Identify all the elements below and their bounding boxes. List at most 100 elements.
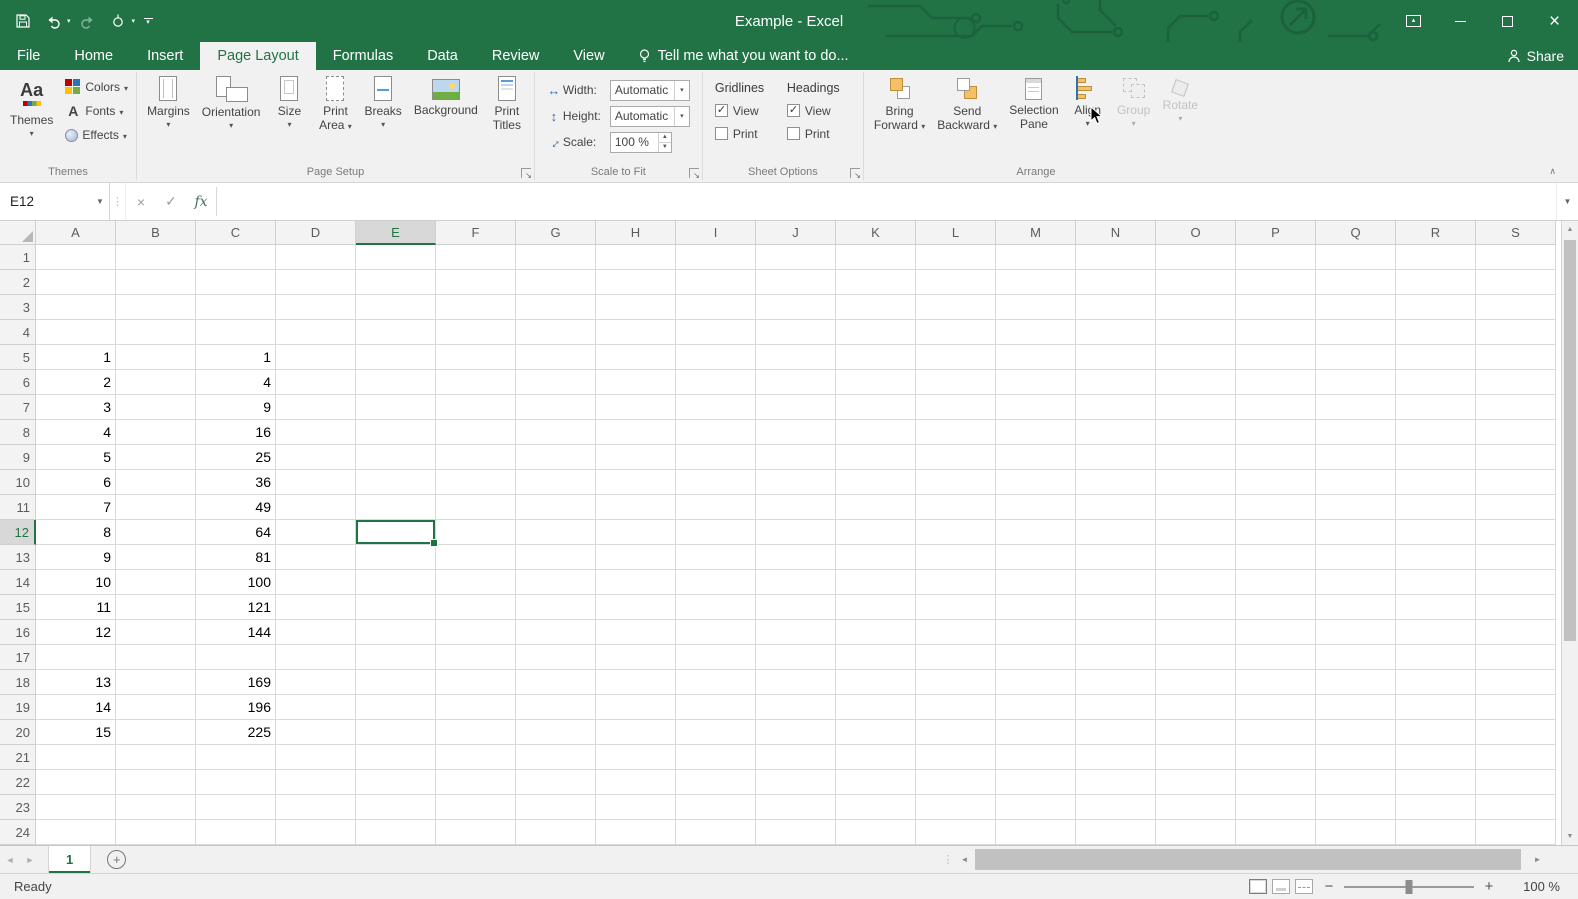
cell-K2[interactable]: [836, 270, 916, 295]
column-header-I[interactable]: I: [676, 221, 756, 245]
cell-C18[interactable]: 169: [196, 670, 276, 695]
cell-C12[interactable]: 64: [196, 520, 276, 545]
print-titles-button[interactable]: PrintTitles: [484, 73, 530, 133]
cell-L14[interactable]: [916, 570, 996, 595]
tab-insert[interactable]: Insert: [130, 42, 200, 70]
cell-E18[interactable]: [356, 670, 436, 695]
cell-J6[interactable]: [756, 370, 836, 395]
cell-B6[interactable]: [116, 370, 196, 395]
cell-K24[interactable]: [836, 820, 916, 845]
cell-N6[interactable]: [1076, 370, 1156, 395]
cell-M21[interactable]: [996, 745, 1076, 770]
cell-P3[interactable]: [1236, 295, 1316, 320]
cell-O9[interactable]: [1156, 445, 1236, 470]
row-header-23[interactable]: 23: [0, 795, 36, 820]
cell-O23[interactable]: [1156, 795, 1236, 820]
cell-F11[interactable]: [436, 495, 516, 520]
cell-S5[interactable]: [1476, 345, 1556, 370]
cell-E23[interactable]: [356, 795, 436, 820]
cell-R10[interactable]: [1396, 470, 1476, 495]
page-break-preview-button[interactable]: [1295, 879, 1313, 894]
cell-O18[interactable]: [1156, 670, 1236, 695]
cell-F8[interactable]: [436, 420, 516, 445]
cell-C16[interactable]: 144: [196, 620, 276, 645]
cell-Q17[interactable]: [1316, 645, 1396, 670]
row-header-22[interactable]: 22: [0, 770, 36, 795]
cell-A20[interactable]: 15: [36, 720, 116, 745]
cell-S8[interactable]: [1476, 420, 1556, 445]
cell-Q1[interactable]: [1316, 245, 1396, 270]
cell-M13[interactable]: [996, 545, 1076, 570]
cell-E19[interactable]: [356, 695, 436, 720]
cell-B7[interactable]: [116, 395, 196, 420]
align-button[interactable]: Align: [1065, 73, 1111, 127]
cell-I14[interactable]: [676, 570, 756, 595]
cell-A10[interactable]: 6: [36, 470, 116, 495]
cell-E7[interactable]: [356, 395, 436, 420]
row-header-12[interactable]: 12: [0, 520, 36, 545]
cell-Q23[interactable]: [1316, 795, 1396, 820]
cell-H12[interactable]: [596, 520, 676, 545]
cell-R21[interactable]: [1396, 745, 1476, 770]
headings-print-checkbox[interactable]: [787, 127, 800, 140]
cell-E2[interactable]: [356, 270, 436, 295]
cell-R11[interactable]: [1396, 495, 1476, 520]
cell-G15[interactable]: [516, 595, 596, 620]
cell-L12[interactable]: [916, 520, 996, 545]
cell-F5[interactable]: [436, 345, 516, 370]
cell-C13[interactable]: 81: [196, 545, 276, 570]
cell-Q3[interactable]: [1316, 295, 1396, 320]
cell-L16[interactable]: [916, 620, 996, 645]
cell-R18[interactable]: [1396, 670, 1476, 695]
cell-A22[interactable]: [36, 770, 116, 795]
cell-Q13[interactable]: [1316, 545, 1396, 570]
cell-O12[interactable]: [1156, 520, 1236, 545]
cell-M7[interactable]: [996, 395, 1076, 420]
cell-Q6[interactable]: [1316, 370, 1396, 395]
height-combo[interactable]: Automatic: [610, 106, 690, 127]
cell-E24[interactable]: [356, 820, 436, 845]
page-layout-view-button[interactable]: [1272, 879, 1290, 894]
cell-F9[interactable]: [436, 445, 516, 470]
cell-D23[interactable]: [276, 795, 356, 820]
cell-K17[interactable]: [836, 645, 916, 670]
cell-M23[interactable]: [996, 795, 1076, 820]
cell-H16[interactable]: [596, 620, 676, 645]
enter-button[interactable]: ✓: [156, 183, 186, 220]
cell-D4[interactable]: [276, 320, 356, 345]
cell-E5[interactable]: [356, 345, 436, 370]
cell-M19[interactable]: [996, 695, 1076, 720]
cell-K22[interactable]: [836, 770, 916, 795]
cell-B5[interactable]: [116, 345, 196, 370]
cell-D16[interactable]: [276, 620, 356, 645]
cell-J18[interactable]: [756, 670, 836, 695]
row-header-8[interactable]: 8: [0, 420, 36, 445]
tab-view[interactable]: View: [556, 42, 621, 70]
cell-L23[interactable]: [916, 795, 996, 820]
cell-J4[interactable]: [756, 320, 836, 345]
cell-A4[interactable]: [36, 320, 116, 345]
cell-N8[interactable]: [1076, 420, 1156, 445]
column-header-E[interactable]: E: [356, 221, 436, 245]
cell-M15[interactable]: [996, 595, 1076, 620]
cell-E4[interactable]: [356, 320, 436, 345]
cell-A5[interactable]: 1: [36, 345, 116, 370]
cell-H24[interactable]: [596, 820, 676, 845]
cell-H2[interactable]: [596, 270, 676, 295]
cell-R6[interactable]: [1396, 370, 1476, 395]
cell-D8[interactable]: [276, 420, 356, 445]
cell-C9[interactable]: 25: [196, 445, 276, 470]
row-header-15[interactable]: 15: [0, 595, 36, 620]
cell-A6[interactable]: 2: [36, 370, 116, 395]
cell-C10[interactable]: 36: [196, 470, 276, 495]
cell-C3[interactable]: [196, 295, 276, 320]
cell-O13[interactable]: [1156, 545, 1236, 570]
cell-F17[interactable]: [436, 645, 516, 670]
cell-G3[interactable]: [516, 295, 596, 320]
cell-J9[interactable]: [756, 445, 836, 470]
cell-K23[interactable]: [836, 795, 916, 820]
cell-F22[interactable]: [436, 770, 516, 795]
cell-B10[interactable]: [116, 470, 196, 495]
cell-G20[interactable]: [516, 720, 596, 745]
cell-Q19[interactable]: [1316, 695, 1396, 720]
